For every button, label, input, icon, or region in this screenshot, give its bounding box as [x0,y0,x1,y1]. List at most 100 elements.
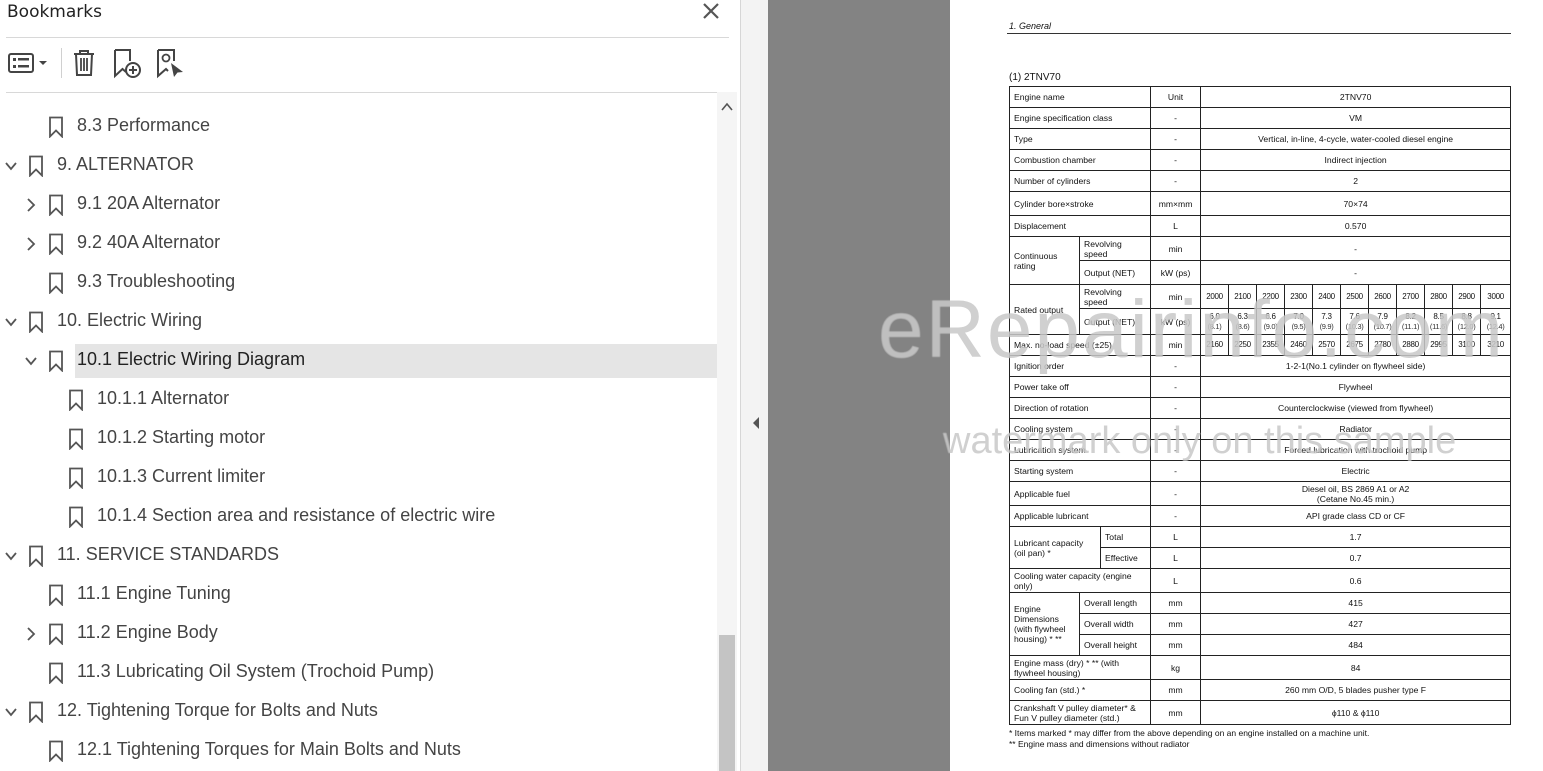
spec-label: Engine specification class [1008,107,1152,129]
output-value: 8.8 (12.0) [1452,308,1482,335]
spec-label: Rated output [1009,284,1080,335]
rpm-value: 2700 [1396,284,1426,309]
rpm-value: 2400 [1312,284,1342,309]
vertical-scrollbar[interactable] [717,92,737,771]
bookmark-item[interactable]: 12.1 Tightening Torques for Main Bolts a… [0,734,717,768]
bookmark-item[interactable]: 10.1.1 Alternator [0,383,717,417]
spec-unit: - [1150,460,1202,482]
bookmark-item[interactable]: 10.1.4 Section area and resistance of el… [0,500,717,534]
chevron-down-icon[interactable] [24,354,38,368]
spec-value: Forced lubrication with trochoid pump [1200,439,1512,461]
spec-label: Applicable lubricant [1008,505,1152,527]
bookmark-item[interactable]: 12. Tightening Torque for Bolts and Nuts [0,695,717,729]
bookmark-item[interactable]: 10.1.2 Starting motor [0,422,717,456]
bookmark-icon [29,545,43,567]
chevron-down-icon[interactable] [4,315,18,329]
add-bookmark-icon[interactable] [110,47,142,79]
spec-value: Flywheel [1200,376,1512,398]
spec-label: Lubricant capacity (oil pan) * [1009,526,1101,569]
spec-unit: L [1150,568,1202,593]
chevron-down-icon[interactable] [4,549,18,563]
spec-label: Engine Dimensions (with flywheel housing… [1009,592,1080,656]
spec-sublabel: Revolving speed [1078,236,1152,261]
spec-value: 1.7 [1200,526,1512,548]
bookmark-item[interactable]: 10. Electric Wiring [0,305,717,339]
spec-value: API grade class CD or CF [1200,505,1512,527]
chevron-down-icon[interactable] [4,159,18,173]
find-current-bookmark-icon[interactable] [154,47,186,79]
spec-unit: L [1150,526,1202,548]
spec-unit: Unit [1150,86,1202,108]
bookmark-item[interactable]: 11.3 Lubricating Oil System (Trochoid Pu… [0,656,717,690]
bookmark-label: 9.2 40A Alternator [77,232,221,252]
bookmark-item[interactable]: 11.2 Engine Body [0,617,717,651]
ps-value: (12.4) [1486,321,1505,331]
bookmark-icon [49,740,63,762]
bookmark-list: 8.3 Performance 9. ALTERNATOR 9.1 20A Alte… [0,92,717,771]
bookmark-item[interactable]: 11. SERVICE STANDARDS [0,539,717,573]
spec-unit: mm [1150,700,1202,725]
spec-sublabel: Output (NET) [1078,308,1152,335]
bookmark-item[interactable]: 9.1 20A Alternator [0,188,717,222]
list-options-icon[interactable] [6,47,50,79]
spec-unit: kW (ps) [1150,308,1202,335]
close-icon[interactable] [700,0,722,22]
chevron-down-icon[interactable] [4,705,18,719]
rpm-value: 2880 [1396,334,1426,356]
spec-label: Combustion chamber [1008,149,1152,171]
bookmark-item[interactable]: 9.3 Troubleshooting [0,266,717,300]
spec-value: 0.6 [1200,568,1512,593]
bookmark-label: 10.1.4 Section area and resistance of el… [97,505,496,525]
bookmark-item[interactable]: 10.1.3 Current limiter [0,461,717,495]
kw-value: 6.0 [1209,311,1220,321]
footnote: ** Engine mass and dimensions without ra… [1009,739,1190,749]
bookmark-label: 10.1.2 Starting motor [97,427,266,447]
chevron-right-icon[interactable] [24,198,38,212]
rpm-value: 2160 [1200,334,1230,356]
bookmark-item[interactable]: 9.2 40A Alternator [0,227,717,261]
document-page: 1. General (1) 2TNV70 Engine name Unit 2TN… [950,0,1543,771]
spec-value: 0.570 [1200,215,1512,237]
spec-unit: - [1150,128,1202,150]
spec-label: Cylinder bore×stroke [1008,191,1152,216]
output-value: 7.0 (9.5) [1284,308,1314,335]
document-viewer[interactable]: 1. General (1) 2TNV70 Engine name Unit 2TN… [768,0,1543,771]
rpm-value: 2250 [1228,334,1258,356]
spec-value: 70×74 [1200,191,1512,216]
ps-value: (10.7) [1373,321,1392,331]
page-header: 1. General [1009,21,1052,31]
kw-value: 7.0 [1293,311,1304,321]
header-rule [1007,33,1511,34]
ps-value: (10.3) [1345,321,1364,331]
rpm-value: 2460 [1284,334,1314,356]
rpm-value: 3100 [1452,334,1482,356]
trash-icon[interactable] [68,47,100,79]
spec-unit: kW (ps) [1150,260,1202,285]
spec-value: Counterclockwise (viewed from flywheel) [1200,397,1512,419]
spec-unit: mm [1150,634,1202,656]
panel-splitter[interactable] [740,0,768,771]
spec-label: Direction of rotation [1008,397,1152,419]
scrollbar-thumb[interactable] [719,635,735,771]
spec-label: Max. no-load speed (±25) [1008,334,1152,356]
spec-value: 1-2-1(No.1 cylinder on flywheel side) [1200,355,1512,377]
output-value: 6.0 (8.1) [1200,308,1230,335]
spec-unit: - [1150,505,1202,527]
bookmark-item[interactable]: 11.1 Engine Tuning [0,578,717,612]
spec-label: Cooling system [1008,418,1152,440]
spec-table: Engine name Unit 2TNV70 Engine specificatio… [1008,86,1512,725]
bookmark-item[interactable]: 10.1 Electric Wiring Diagram [0,344,717,378]
spec-sublabel: Effective [1099,547,1152,569]
chevron-right-icon[interactable] [24,627,38,641]
spec-label: Engine name [1008,86,1152,108]
bookmark-item[interactable]: 8.3 Performance [0,110,717,144]
spec-label: Power take off [1008,376,1152,398]
bookmark-label: 10.1.1 Alternator [97,388,230,408]
rpm-value: 3000 [1480,284,1512,309]
chevron-right-icon[interactable] [24,237,38,251]
spec-sublabel: Overall height [1078,634,1152,656]
bookmark-item[interactable]: 9. ALTERNATOR [0,149,717,183]
scroll-up-arrow-icon[interactable] [721,102,733,112]
spec-value: 2TNV70 [1200,86,1512,108]
collapse-panel-arrow-icon[interactable] [751,416,761,430]
